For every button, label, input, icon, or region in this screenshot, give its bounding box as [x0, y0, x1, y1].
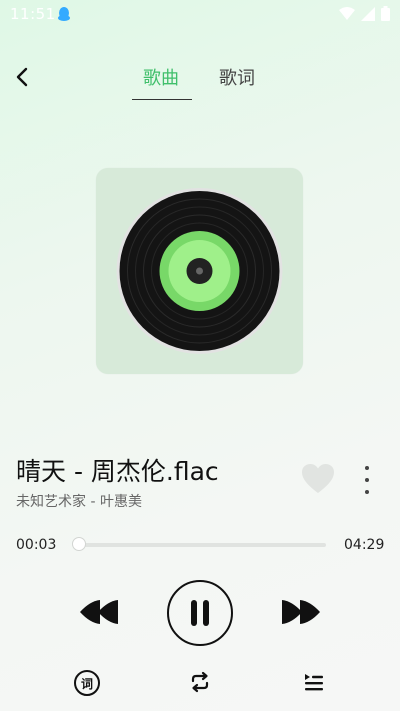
tab-indicator [132, 99, 192, 100]
progress-thumb[interactable] [71, 537, 86, 551]
total-time: 04:29 [344, 537, 385, 553]
favorite-button[interactable] [300, 462, 336, 496]
fast-forward-icon [282, 600, 320, 624]
playlist-button[interactable] [302, 670, 326, 694]
progress-bar[interactable] [76, 543, 326, 547]
tab-song[interactable]: 歌曲 [143, 64, 179, 90]
playlist-icon [305, 674, 323, 691]
repeat-button[interactable] [188, 670, 212, 694]
battery-icon [381, 6, 390, 25]
lyrics-button[interactable]: 词 [74, 670, 100, 696]
previous-button[interactable] [78, 598, 122, 626]
album-cover [96, 168, 303, 374]
more-dots-icon [365, 466, 369, 470]
wifi-icon [339, 6, 355, 25]
lyrics-icon-label: 词 [80, 676, 93, 691]
song-artist: 未知艺术家 - 叶惠美 [16, 494, 142, 510]
rewind-icon [80, 600, 118, 624]
more-options-button[interactable] [357, 466, 377, 494]
repeat-icon [191, 671, 209, 693]
next-button[interactable] [278, 598, 322, 626]
back-button[interactable] [10, 62, 34, 92]
heart-icon [302, 464, 334, 493]
status-icons [339, 6, 390, 25]
current-time: 00:03 [16, 537, 57, 553]
status-bar: 11:51 [0, 0, 400, 28]
status-time: 11:51 [10, 5, 56, 23]
pause-button[interactable] [167, 580, 233, 646]
pause-icon [191, 600, 209, 626]
signal-icon [361, 6, 375, 25]
vinyl-record-icon [116, 188, 283, 354]
tab-lyric[interactable]: 歌词 [219, 64, 255, 90]
song-title: 晴天 - 周杰伦.flac [16, 457, 219, 486]
back-arrow-icon [16, 67, 28, 87]
qq-penguin-icon [57, 6, 71, 22]
